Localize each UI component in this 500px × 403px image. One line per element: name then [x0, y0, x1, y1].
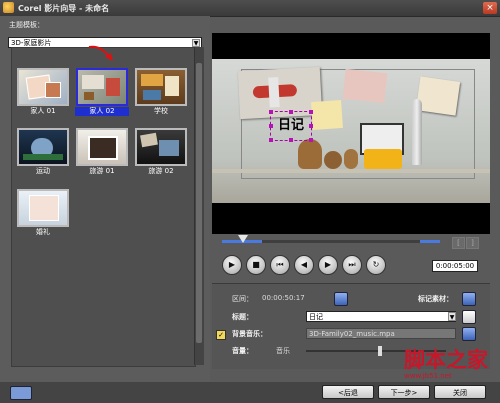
prev-frame-button[interactable]: ◀ — [294, 255, 314, 275]
template-thumbnail — [135, 68, 187, 106]
next-button[interactable]: 下一步> — [378, 385, 430, 399]
template-sports[interactable]: 运动 — [16, 128, 70, 176]
template-label: 家人 01 — [30, 107, 56, 115]
template-label: 学校 — [154, 107, 168, 115]
mark-material-label: 标记素材： — [418, 295, 453, 303]
next-frame-button[interactable]: ▶ — [318, 255, 338, 275]
title-edit-icon[interactable] — [462, 310, 476, 324]
title-label: 标题： — [232, 313, 253, 321]
resize-handle[interactable] — [309, 138, 313, 142]
template-thumbnail — [17, 189, 69, 227]
title-select[interactable]: 日记 — [306, 311, 456, 322]
resize-handle[interactable] — [269, 138, 273, 142]
timecode-field[interactable]: 0:00:05:00 — [432, 260, 478, 272]
preview-window: 日记 — [212, 33, 490, 234]
preview-image: 日记 — [212, 59, 490, 203]
volume-knob[interactable] — [378, 346, 382, 356]
resize-handle[interactable] — [309, 110, 313, 114]
music-field[interactable]: 3D-Family02_music.mpa — [306, 328, 456, 339]
volume-label: 音量： — [232, 347, 253, 355]
heart-photo — [342, 68, 388, 104]
rocket-toy — [412, 99, 422, 165]
resize-handle[interactable] — [269, 124, 273, 128]
mark-in-button[interactable]: [ — [452, 237, 465, 249]
template-family-02[interactable]: 家人 02 — [75, 68, 129, 116]
resize-handle[interactable] — [289, 138, 293, 142]
music-checkbox[interactable]: ✓ — [216, 330, 226, 340]
timeline-scrubber[interactable] — [238, 235, 248, 243]
repeat-button[interactable]: ↻ — [366, 255, 386, 275]
title-select-value: 日记 — [309, 313, 323, 321]
title-bar: Corel 影片向导 - 未命名 × — [0, 0, 500, 17]
teddy-bear — [344, 149, 358, 169]
stop-button[interactable]: ■ — [246, 255, 266, 275]
template-thumbnail — [135, 128, 187, 166]
mark-material-icon[interactable] — [462, 292, 476, 306]
music-label: 背景音乐： — [232, 330, 267, 338]
toy-bus — [364, 149, 402, 169]
interval-label: 区间： — [232, 295, 253, 303]
template-label: 旅游 02 — [148, 167, 174, 175]
help-icon[interactable] — [10, 386, 32, 400]
close-button[interactable]: 关闭 — [434, 385, 486, 399]
teddy-bear — [298, 139, 322, 169]
template-thumbnail — [17, 128, 69, 166]
back-button[interactable]: <后退 — [322, 385, 374, 399]
pink-photo — [415, 76, 461, 116]
interval-row: 区间： 00:00:50:17 标记素材： — [212, 292, 490, 306]
window-title: Corel 影片向导 - 未命名 — [18, 4, 110, 13]
template-wedding[interactable]: 婚礼 — [16, 189, 70, 237]
template-thumbnail — [76, 68, 128, 106]
shelf — [212, 169, 490, 173]
template-thumbnail — [76, 128, 128, 166]
template-label: 婚礼 — [36, 228, 50, 236]
chevron-down-icon[interactable]: ▼ — [448, 312, 456, 321]
home-button[interactable]: ⏮ — [270, 255, 290, 275]
template-label: 运动 — [36, 167, 50, 175]
teddy-bear — [324, 151, 342, 169]
template-school[interactable]: 学校 — [134, 68, 188, 116]
timeline-slider[interactable] — [222, 235, 440, 246]
interval-icon[interactable] — [334, 292, 348, 306]
music-icon[interactable] — [462, 327, 476, 341]
mark-out-button[interactable]: ] — [466, 237, 479, 249]
template-travel-01[interactable]: 旅游 01 — [75, 128, 129, 176]
template-label: 家人 02 — [75, 107, 129, 116]
resize-handle[interactable] — [309, 124, 313, 128]
template-travel-02[interactable]: 旅游 02 — [134, 128, 188, 176]
app-icon — [3, 2, 14, 13]
chevron-down-icon[interactable]: ▼ — [192, 39, 200, 47]
play-button[interactable]: ▶ — [222, 255, 242, 275]
title-overlay-box[interactable]: 日记 — [269, 110, 313, 142]
bottom-bar: <后退 下一步> 关闭 — [0, 382, 500, 403]
clock-card — [311, 99, 343, 131]
volume-sub-label: 音乐 — [276, 347, 290, 355]
theme-label: 主题模板： — [9, 21, 44, 29]
template-gallery: 家人 01 家人 02 学校 运动 旅游 01 旅游 02 婚礼 — [11, 47, 196, 367]
title-row: 标题： 日记 ▼ — [212, 310, 490, 324]
theme-select-value: 3D-家庭影片 — [11, 39, 52, 47]
resize-handle[interactable] — [289, 110, 293, 114]
resize-handle[interactable] — [269, 110, 273, 114]
close-icon[interactable]: × — [483, 2, 497, 14]
gallery-scrollbar[interactable] — [194, 47, 204, 365]
end-button[interactable]: ⏭ — [342, 255, 362, 275]
timeline-end-range — [420, 240, 440, 243]
watermark-url: www.jb51.net — [404, 372, 452, 380]
music-value: 3D-Family02_music.mpa — [309, 330, 395, 338]
template-family-01[interactable]: 家人 01 — [16, 68, 70, 116]
red-arrow-annotation — [88, 45, 113, 61]
template-thumbnail — [17, 68, 69, 106]
interval-value: 00:00:50:17 — [262, 294, 305, 302]
music-row: ✓ 背景音乐： 3D-Family02_music.mpa — [212, 327, 490, 341]
template-label: 旅游 01 — [89, 167, 115, 175]
scrollbar-thumb[interactable] — [196, 63, 202, 343]
title-overlay-text[interactable]: 日记 — [271, 112, 311, 140]
watermark: 脚本之家 — [404, 347, 488, 372]
